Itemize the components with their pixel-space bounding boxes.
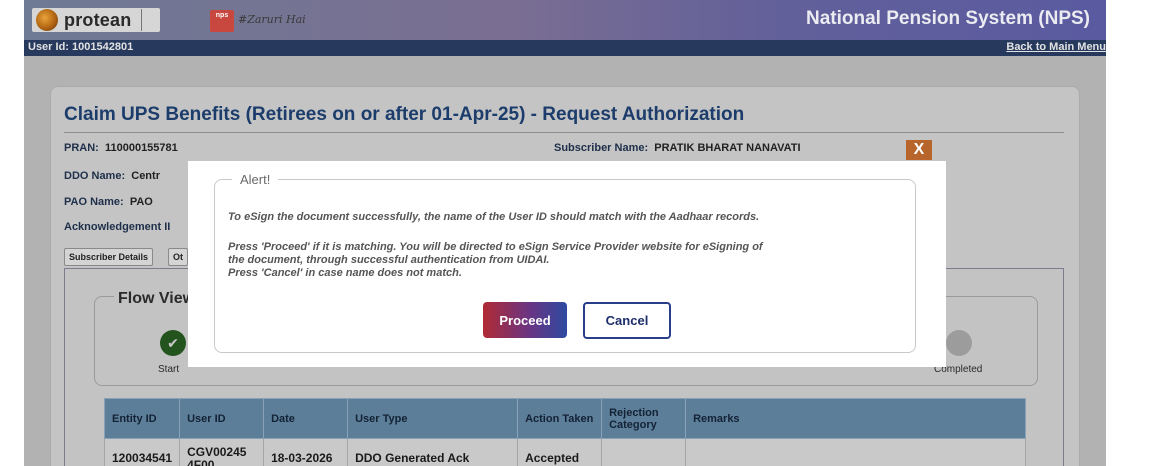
col-date: Date [263, 398, 349, 439]
pao-label: PAO Name: [64, 196, 124, 208]
subscriber-field: Subscriber Name: PRATIK BHARAT NANAVATI [554, 142, 801, 154]
ack-field: Acknowledgement II [64, 221, 170, 233]
subscriber-value: PRATIK BHARAT NANAVATI [654, 142, 801, 154]
alert-title: Alert! [232, 172, 279, 187]
cell-action-taken: Accepted [517, 438, 603, 466]
cell-user-type: DDO Generated Ack [347, 438, 519, 466]
pao-field: PAO Name: PAO [64, 196, 153, 208]
site-title: National Pension System (NPS) [805, 8, 1090, 29]
tagline: #Zaruri Hai [238, 13, 306, 26]
top-header: protean nps #Zaruri Hai National Pension… [24, 0, 1106, 40]
pao-value: PAO [129, 196, 153, 208]
page-title: Claim UPS Benefits (Retirees on or after… [64, 104, 745, 125]
check-icon: ✔ [160, 330, 186, 356]
ack-label: Acknowledgement II [64, 221, 171, 233]
nps-badge: nps [210, 10, 234, 32]
protean-logo-icon [36, 9, 58, 31]
app-frame: protean nps #Zaruri Hai National Pension… [24, 0, 1106, 466]
user-id-text: User Id: 1001542801 [28, 41, 134, 53]
col-action-taken: Action Taken [517, 398, 603, 439]
ddo-value: Centr [131, 170, 160, 182]
tab-other[interactable]: Ot [168, 248, 188, 266]
tab-subscriber-details[interactable]: Subscriber Details [64, 248, 154, 266]
step-label-start: Start [158, 364, 180, 375]
subscriber-label: Subscriber Name: [554, 142, 649, 154]
col-rejection-category: Rejection Category [601, 398, 687, 439]
protean-logo: protean [32, 8, 161, 32]
proceed-button[interactable]: Proceed [483, 302, 567, 338]
alert-message-3: the document, through successful authent… [228, 254, 550, 266]
cell-entity-id: 120034541 [103, 438, 181, 466]
alert-message-4: Press 'Cancel' in case name does not mat… [228, 267, 462, 279]
alert-dialog: Alert! To eSign the document successfull… [188, 161, 946, 367]
title-divider [64, 132, 1064, 133]
cell-date: 18-03-2026 [263, 438, 349, 466]
pran-value: 110000155781 [104, 142, 178, 154]
brand-name: protean [64, 9, 132, 30]
pran-label: PRAN: [64, 142, 99, 154]
alert-message-2: Press 'Proceed' if it is matching. You w… [228, 241, 763, 253]
cell-rejection-category [601, 438, 687, 466]
ddo-label: DDO Name: [64, 170, 126, 182]
col-user-type: User Type [347, 398, 519, 439]
cell-remarks [685, 438, 1026, 466]
col-user-id: User ID [179, 398, 265, 439]
table-header-row: Entity ID User ID Date User Type Action … [103, 398, 1026, 439]
cell-user-id: CGV00245 4F00 [179, 438, 265, 466]
col-entity-id: Entity ID [103, 398, 181, 439]
logo-divider [141, 9, 143, 31]
col-remarks: Remarks [685, 398, 1026, 439]
back-to-main-menu-link[interactable]: Back to Main Menu [1006, 41, 1106, 53]
cancel-button[interactable]: Cancel [583, 302, 671, 339]
pending-step-icon [946, 330, 972, 356]
close-button[interactable]: X [906, 140, 932, 160]
table-row: 120034541 CGV00245 4F00 18-03-2026 DDO G… [103, 438, 1026, 466]
pran-field: PRAN: 110000155781 [64, 142, 178, 154]
ddo-field: DDO Name: Centr [64, 170, 160, 182]
flow-view-title: Flow View [114, 290, 200, 308]
user-bar: User Id: 1001542801 Back to Main Menu [24, 40, 1106, 56]
alert-message-1: To eSign the document successfully, the … [228, 211, 760, 223]
authorization-table: Entity ID User ID Date User Type Action … [103, 398, 1026, 466]
